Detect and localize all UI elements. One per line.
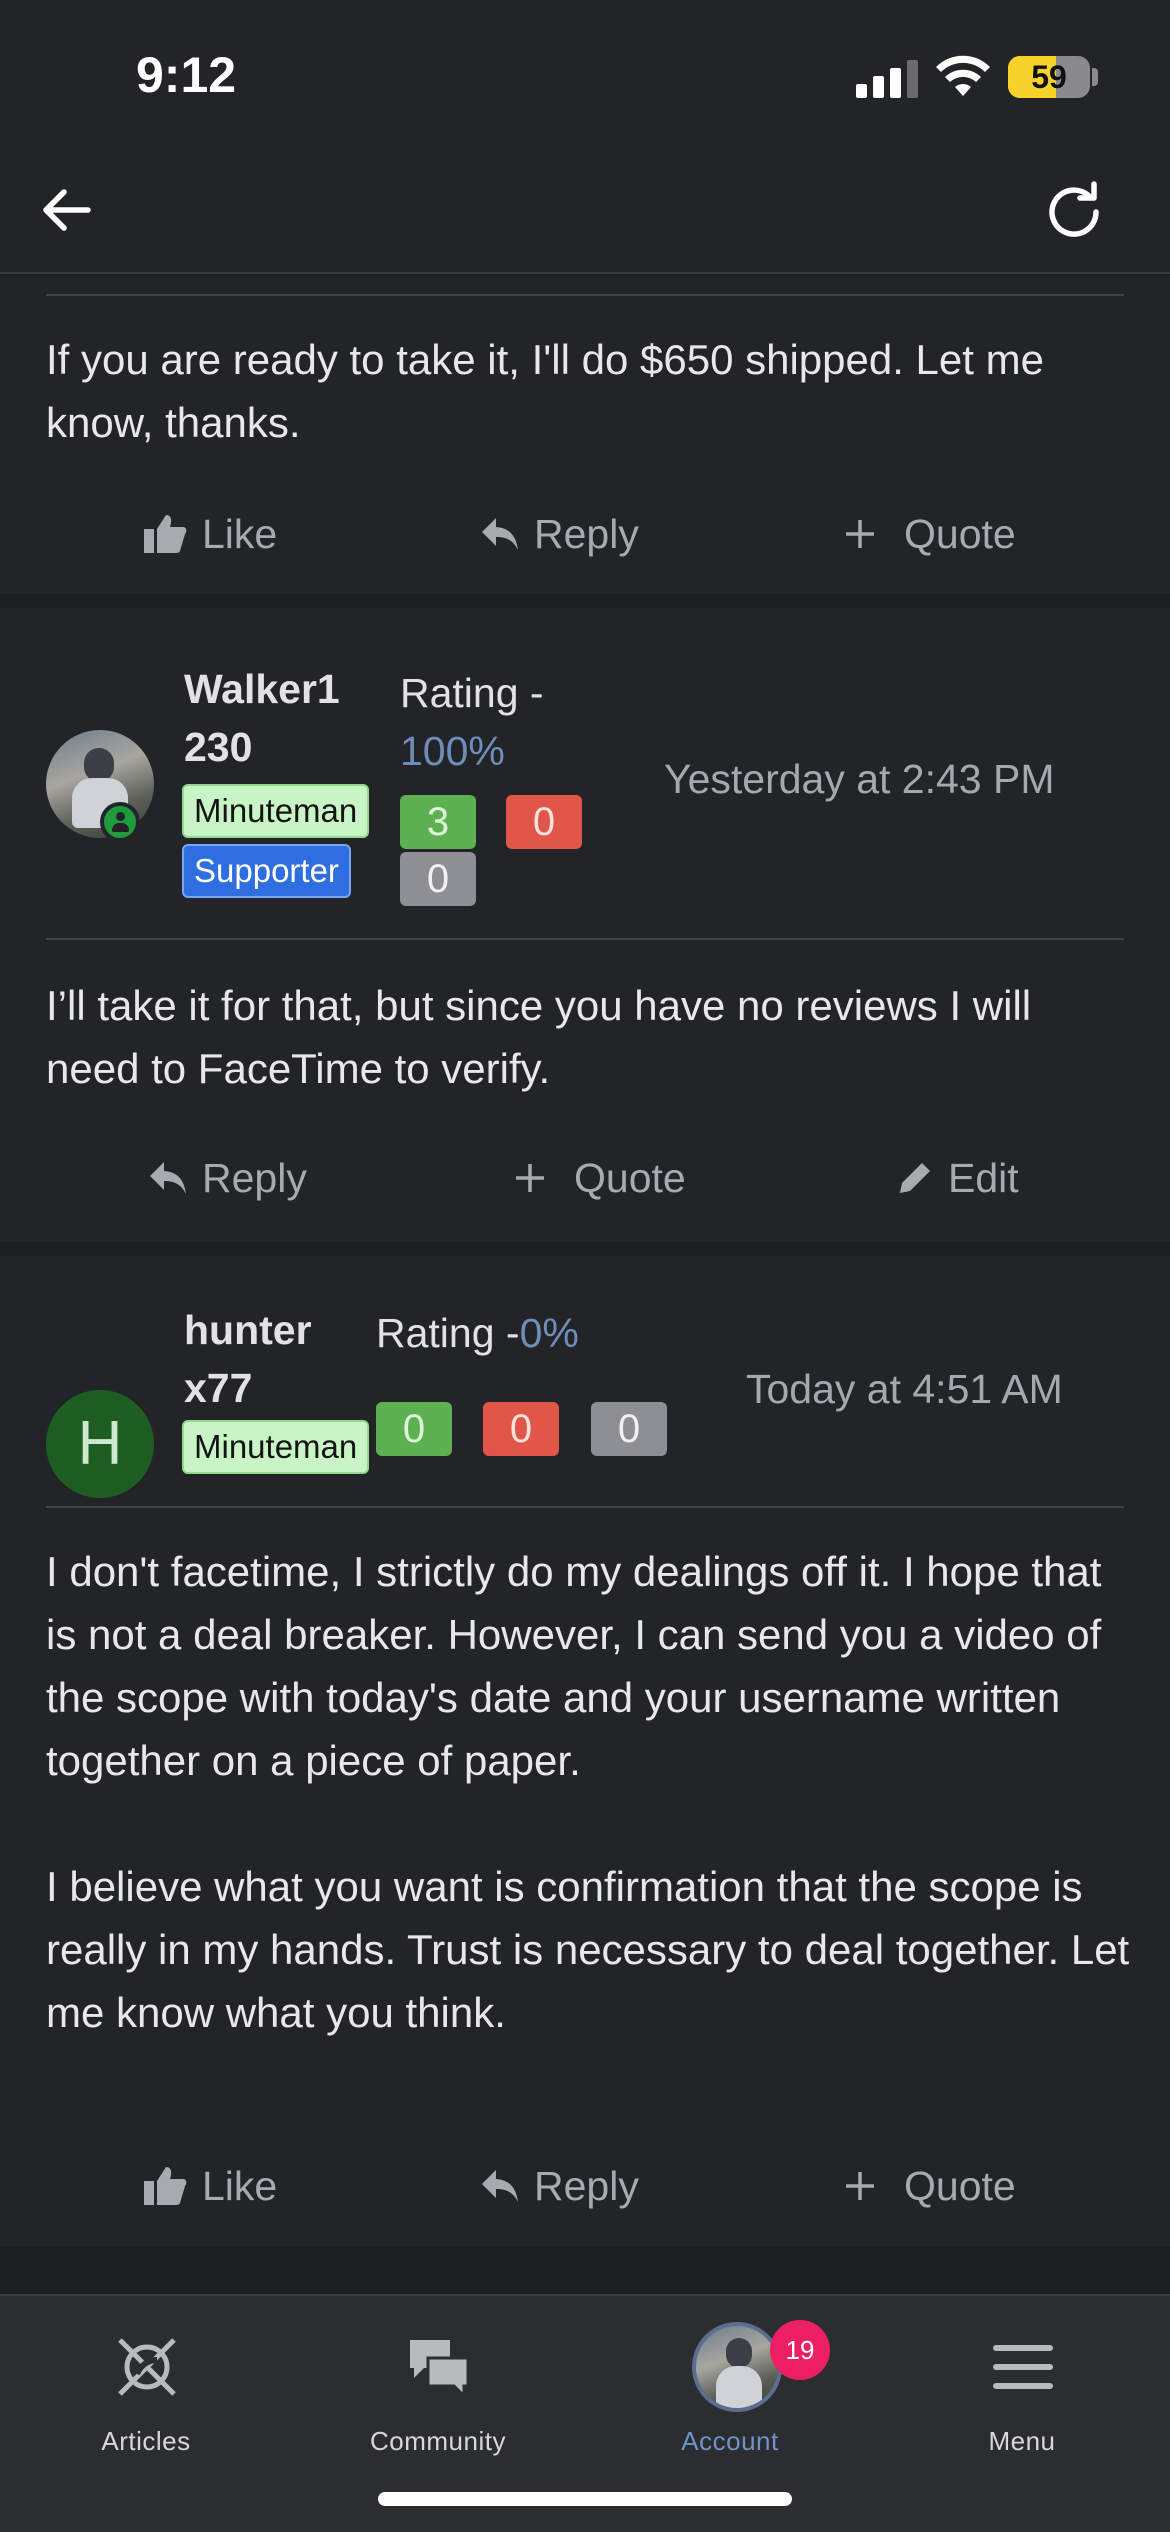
status-time: 9:12 — [136, 47, 237, 103]
reply-button[interactable]: Reply — [148, 1138, 307, 1218]
tab-label: Community — [370, 2426, 506, 2456]
username-line-1: Walker1 — [184, 666, 340, 712]
avatar-head — [84, 748, 114, 782]
post-body: I don't facetime, I strictly do my deali… — [46, 1548, 1130, 2036]
tab-articles[interactable]: Articles — [0, 2310, 292, 2460]
post-actions: Like Reply Quote — [0, 2146, 1170, 2226]
reply-label: Reply — [534, 2162, 639, 2209]
reply-icon — [482, 2170, 518, 2202]
badge-minuteman: Minuteman — [182, 1420, 370, 1474]
pencil-icon — [900, 1163, 930, 1193]
quote-button[interactable]: Quote — [842, 494, 1016, 574]
wifi-icon — [936, 55, 990, 96]
tab-label: Account — [681, 2426, 779, 2456]
tab-label: Articles — [101, 2426, 191, 2456]
quote-label: Quote — [574, 1154, 686, 1201]
like-label: Like — [202, 510, 278, 557]
post-body: If you are ready to take it, I'll do $65… — [46, 336, 1044, 446]
neutral-score: 0 — [400, 852, 476, 906]
battery-icon: 59 — [1008, 56, 1090, 98]
quote-label: Quote — [904, 2162, 1016, 2209]
username[interactable]: Walker1 230 — [184, 660, 340, 776]
username-line-2: x77 — [184, 1365, 253, 1411]
reply-button[interactable]: Reply — [480, 2146, 639, 2226]
reply-icon — [150, 1162, 186, 1194]
reply-button[interactable]: Reply — [480, 494, 639, 574]
tab-account[interactable]: 19 Account — [584, 2310, 876, 2460]
edit-label: Edit — [948, 1154, 1019, 1201]
username[interactable]: hunter x77 — [184, 1301, 312, 1417]
badge-minuteman: Minuteman — [182, 784, 370, 838]
username-line-2: 230 — [184, 724, 253, 770]
post-divider — [46, 294, 1124, 296]
avatar-head — [726, 2338, 752, 2368]
quote-button[interactable]: Quote — [842, 2146, 1016, 2226]
post-body: I’ll take it for that, but since you hav… — [46, 982, 1032, 1092]
like-label: Like — [202, 2162, 278, 2209]
rating-text: Rating - — [376, 1310, 520, 1356]
like-button[interactable]: Like — [142, 494, 277, 574]
avatar — [692, 2322, 782, 2412]
thumbs-up-icon — [144, 515, 187, 553]
thumbs-up-icon — [144, 2167, 187, 2205]
post-card: Walker1 230 Minuteman Supporter Rating -… — [0, 608, 1170, 1242]
like-button[interactable]: Like — [142, 2146, 277, 2226]
home-indicator[interactable] — [378, 2492, 792, 2506]
edit-button[interactable]: Edit — [896, 1138, 1019, 1218]
online-status-head — [116, 812, 125, 821]
rating-label: Rating - 100% — [400, 664, 544, 780]
plus-icon — [516, 1164, 544, 1192]
negative-score: 0 — [483, 1402, 559, 1456]
tab-menu[interactable]: Menu — [876, 2310, 1168, 2460]
status-bar: 9:12 59 — [0, 0, 1170, 150]
battery-level: 59 — [1031, 59, 1067, 95]
quote-button[interactable]: Quote — [512, 1138, 686, 1218]
tab-label: Menu — [988, 2426, 1056, 2456]
tab-community[interactable]: Community — [292, 2310, 584, 2460]
plus-icon — [846, 2172, 874, 2200]
positive-score: 0 — [376, 1402, 452, 1456]
chat-bubbles-icon — [410, 2340, 470, 2400]
post-timestamp[interactable]: Yesterday at 2:43 PM — [664, 756, 1055, 803]
negative-score: 0 — [506, 795, 582, 849]
rating-label: Rating -0% — [376, 1304, 579, 1362]
notification-badge: 19 — [770, 2320, 830, 2380]
post-actions: Like Reply Quote — [0, 494, 1170, 574]
online-status-body — [112, 823, 129, 832]
post-timestamp[interactable]: Today at 4:51 AM — [746, 1366, 1063, 1413]
battery-cap — [1092, 68, 1098, 86]
positive-score: 3 — [400, 795, 476, 849]
reply-label: Reply — [202, 1154, 307, 1201]
plus-icon — [846, 520, 874, 548]
avatar-body — [716, 2366, 762, 2408]
avatar[interactable]: H — [46, 1390, 154, 1498]
cellular-signal-icon — [856, 58, 918, 98]
badge-supporter: Supporter — [182, 844, 351, 898]
rating-percent: 100% — [400, 728, 505, 774]
articles-logo-icon — [118, 2338, 176, 2396]
hamburger-icon — [993, 2345, 1053, 2389]
refresh-icon[interactable] — [1042, 180, 1106, 244]
reply-label: Reply — [534, 510, 639, 557]
username-line-1: hunter — [184, 1307, 312, 1353]
reply-icon — [482, 518, 518, 550]
post-divider — [46, 938, 1124, 940]
online-status-icon — [100, 802, 140, 842]
rating-percent: 0% — [519, 1310, 579, 1356]
rating-text: Rating - — [400, 670, 544, 716]
back-arrow-icon[interactable] — [36, 180, 96, 240]
neutral-score: 0 — [591, 1402, 667, 1456]
top-navigation — [0, 150, 1170, 274]
post-card: If you are ready to take it, I'll do $65… — [0, 276, 1170, 594]
post-actions: Reply Quote Edit — [0, 1138, 1170, 1218]
post-card: H hunter x77 Minuteman Rating -0% 0 0 0 … — [0, 1256, 1170, 2246]
quote-label: Quote — [904, 510, 1016, 557]
post-divider — [46, 1506, 1124, 1508]
